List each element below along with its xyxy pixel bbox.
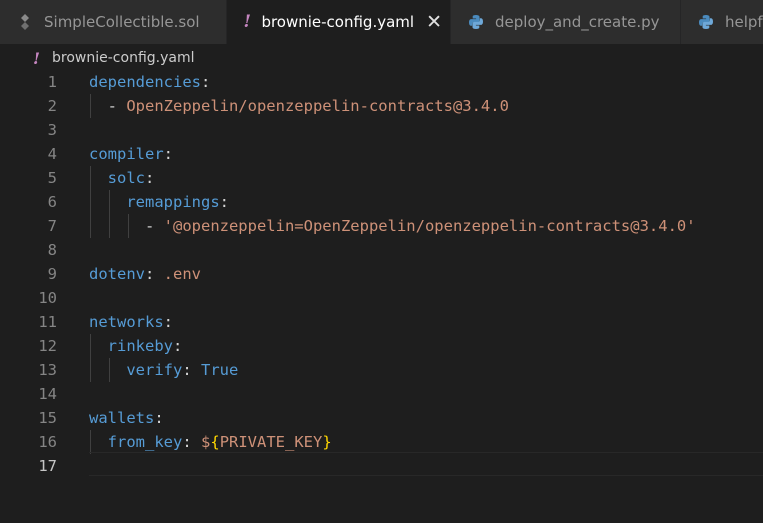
tab-label: SimpleCollectible.sol: [44, 13, 200, 31]
yaml-file-icon: !: [243, 12, 251, 32]
tab-label: deploy_and_create.py: [495, 13, 660, 31]
editor-tab-bar: SimpleCollectible.sol ! brownie-config.y…: [0, 0, 763, 44]
close-icon[interactable]: ✕: [426, 12, 442, 32]
code-token: dependencies: [89, 73, 201, 91]
line-number: 7: [47, 217, 57, 235]
code-line[interactable]: 10: [0, 286, 763, 310]
code-token: :: [173, 337, 183, 355]
code-text: verify: True: [89, 358, 238, 382]
code-token: -: [89, 217, 164, 235]
code-token: rinkeby: [107, 337, 173, 355]
code-line[interactable]: 17: [0, 454, 763, 478]
code-token: :: [182, 361, 201, 379]
line-number: 1: [47, 73, 57, 91]
code-line[interactable]: 15 wallets:: [0, 406, 763, 430]
code-text: solc:: [89, 166, 155, 190]
code-line[interactable]: 8: [0, 238, 763, 262]
tab-helpful-scripts-py[interactable]: helpfu: [681, 0, 763, 44]
tab-brownie-config-yaml[interactable]: ! brownie-config.yaml ✕: [227, 0, 451, 44]
line-number: 9: [47, 265, 57, 283]
yaml-file-icon: !: [33, 48, 41, 68]
code-line[interactable]: 12 rinkeby:: [0, 334, 763, 358]
code-token: True: [201, 361, 239, 379]
code-token: -: [89, 97, 127, 115]
code-token: :: [200, 73, 211, 91]
code-text: from_key: ${PRIVATE_KEY}: [89, 430, 332, 454]
line-number: 3: [47, 121, 57, 139]
code-line[interactable]: 7 - '@openzeppelin=OpenZeppelin/openzepp…: [0, 214, 763, 238]
code-token: OpenZeppelin/openzeppelin-contracts@3.4.…: [126, 97, 509, 115]
code-line[interactable]: 4 compiler:: [0, 142, 763, 166]
python-file-icon: [697, 14, 715, 30]
line-number: 10: [38, 289, 57, 307]
code-text: dotenv: .env: [89, 262, 201, 286]
tab-label: helpfu: [725, 13, 763, 31]
code-token: }: [322, 433, 332, 451]
code-token: dotenv: [89, 265, 145, 283]
code-token: verify: [126, 361, 183, 379]
code-token: '@openzeppelin=OpenZeppelin/openzeppelin…: [163, 217, 696, 235]
line-number: 11: [38, 313, 57, 331]
line-number: 12: [38, 337, 57, 355]
code-token: networks: [89, 313, 164, 331]
code-text: remappings:: [89, 190, 229, 214]
code-token: PRIVATE_KEY: [219, 433, 323, 451]
tab-deploy-and-create-py[interactable]: deploy_and_create.py: [451, 0, 681, 44]
line-number: 8: [47, 241, 57, 259]
python-file-icon: [467, 14, 485, 30]
code-line[interactable]: 11 networks:: [0, 310, 763, 334]
line-number: 5: [47, 169, 57, 187]
code-token: solc: [107, 169, 145, 187]
line-number: 16: [38, 433, 57, 451]
code-text: dependencies:: [89, 70, 210, 94]
code-line[interactable]: 16 from_key: ${PRIVATE_KEY}: [0, 430, 763, 454]
code-editor[interactable]: 1 dependencies: 2 - OpenZeppelin/openzeppe…: [0, 70, 763, 523]
code-line[interactable]: 14: [0, 382, 763, 406]
code-token: :: [145, 169, 155, 187]
code-line[interactable]: 3: [0, 118, 763, 142]
code-token: :: [154, 409, 164, 427]
code-token: {: [210, 433, 220, 451]
code-text: - OpenZeppelin/openzeppelin-contracts@3.…: [89, 94, 509, 118]
code-token: :: [163, 313, 173, 331]
line-number: 13: [38, 361, 57, 379]
code-token: $: [201, 433, 211, 451]
line-number: 15: [38, 409, 57, 427]
code-token: compiler: [89, 145, 164, 163]
code-line[interactable]: 6 remappings:: [0, 190, 763, 214]
code-token: remappings: [126, 193, 220, 211]
code-token: wallets: [89, 409, 155, 427]
code-token: :: [145, 265, 164, 283]
line-number: 4: [47, 145, 57, 163]
code-token: .env: [163, 265, 201, 283]
tab-simplecollectible-sol[interactable]: SimpleCollectible.sol: [0, 0, 227, 44]
code-line[interactable]: 1 dependencies:: [0, 70, 763, 94]
breadcrumb-file[interactable]: brownie-config.yaml: [52, 50, 194, 66]
line-number: 17: [38, 457, 57, 475]
line-number: 2: [47, 97, 57, 115]
line-number: 6: [47, 193, 57, 211]
code-text: wallets:: [89, 406, 164, 430]
tab-label: brownie-config.yaml: [261, 13, 415, 31]
solidity-file-icon: [16, 14, 34, 30]
code-text: rinkeby:: [89, 334, 183, 358]
code-token: :: [182, 433, 201, 451]
code-line[interactable]: 2 - OpenZeppelin/openzeppelin-contracts@…: [0, 94, 763, 118]
code-token: :: [163, 145, 173, 163]
breadcrumb: ! brownie-config.yaml: [0, 44, 763, 72]
code-text: - '@openzeppelin=OpenZeppelin/openzeppel…: [89, 214, 696, 238]
code-token: :: [219, 193, 229, 211]
code-token: from_key: [107, 433, 183, 451]
code-line[interactable]: 5 solc:: [0, 166, 763, 190]
code-text: networks:: [89, 310, 173, 334]
code-line[interactable]: 9 dotenv: .env: [0, 262, 763, 286]
line-number: 14: [38, 385, 57, 403]
code-text: compiler:: [89, 142, 173, 166]
code-line[interactable]: 13 verify: True: [0, 358, 763, 382]
